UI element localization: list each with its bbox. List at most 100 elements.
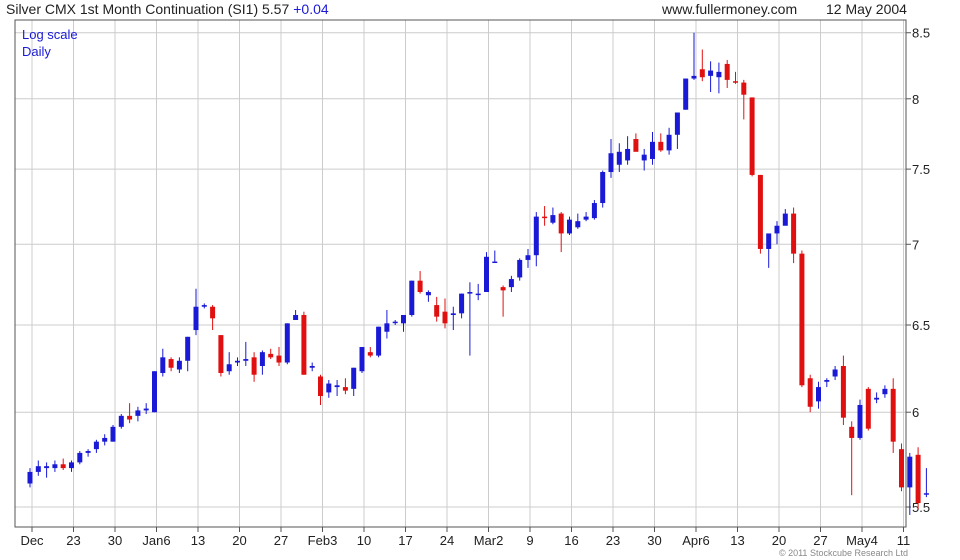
y-tick-label: 8.5	[912, 26, 930, 41]
candle-body	[475, 293, 481, 296]
candle-body	[135, 410, 141, 416]
candle-body	[600, 172, 606, 204]
candle-body	[907, 456, 913, 488]
candle-body	[293, 314, 299, 320]
candlestick-chart: 5.5 6 6.5 7 7.5 8 8.5 Dec 23 30 Jan6 13 20 27 Feb3 10 17…	[14, 19, 930, 548]
candle-body	[284, 323, 290, 363]
candle-body	[741, 82, 747, 95]
x-tick-label: 16	[564, 533, 578, 548]
candle-body	[118, 415, 124, 427]
candle-body	[525, 255, 531, 260]
candle-body	[716, 71, 722, 78]
candle-body	[633, 139, 639, 152]
candle-body	[160, 357, 166, 373]
log-scale-label: Log scale	[22, 27, 78, 42]
x-tick-label: 20	[772, 533, 786, 548]
candle-body	[60, 464, 66, 469]
candle-body	[882, 388, 888, 395]
y-tick-label: 6	[912, 405, 919, 420]
candle-body	[185, 336, 191, 361]
candle-body	[733, 81, 738, 83]
candle-body	[517, 259, 523, 278]
candle-body	[127, 415, 133, 420]
candle-body	[500, 287, 506, 291]
y-tick-label: 7	[912, 237, 919, 252]
candle-body	[210, 306, 216, 319]
candle-body	[650, 141, 655, 159]
candle-body	[143, 408, 149, 411]
candle-body	[376, 326, 382, 356]
x-tick-label: 17	[398, 533, 412, 548]
candle-body	[392, 321, 398, 324]
candle-body	[915, 454, 921, 504]
candle-body	[749, 97, 755, 175]
x-tick-label: Feb3	[308, 533, 338, 548]
candle-body	[542, 216, 548, 219]
candle-body	[85, 451, 91, 453]
x-tick-label: 24	[440, 533, 454, 548]
candle-body	[550, 215, 556, 223]
candle-body	[874, 397, 880, 400]
period-label: Daily	[22, 44, 51, 59]
candle-body	[110, 426, 116, 442]
x-tick-label: May4	[846, 533, 878, 548]
x-tick-label: 10	[357, 533, 371, 548]
candle-body	[625, 148, 631, 161]
candle-body	[923, 493, 929, 495]
y-tick-label: 8	[912, 92, 919, 107]
x-tick-label: 23	[66, 533, 80, 548]
candle-body	[176, 360, 182, 370]
candle-body	[832, 369, 838, 377]
candle-body	[824, 380, 830, 382]
candle-body	[318, 376, 323, 396]
x-tick-label: 27	[813, 533, 827, 548]
x-tick-label: 11	[897, 533, 911, 548]
x-tick-label: Dec	[20, 533, 44, 548]
candle-body	[35, 466, 41, 472]
candle-body	[708, 70, 714, 76]
candle-body	[193, 306, 199, 331]
y-tick-label: 6.5	[912, 318, 930, 333]
candle-body	[450, 313, 456, 315]
candle-body	[69, 462, 74, 469]
candle-body	[27, 471, 33, 484]
candle-body	[774, 225, 780, 234]
candle-body	[152, 371, 157, 413]
copyright-text: © 2011 Stockcube Research Ltd	[778, 548, 908, 558]
candle-body	[608, 153, 614, 173]
candle-body	[567, 219, 572, 234]
candle-body	[226, 364, 232, 372]
candle-body	[890, 388, 896, 442]
candle-body	[235, 360, 240, 363]
candle-body	[334, 385, 340, 388]
candle-body	[409, 280, 415, 315]
candle-body	[658, 141, 664, 151]
candle-body	[326, 383, 332, 393]
candle-body	[492, 261, 498, 264]
candle-body	[899, 449, 904, 488]
candle-body	[865, 388, 871, 429]
candle-body	[591, 203, 597, 219]
candle-body	[168, 359, 174, 368]
candle-body	[351, 367, 357, 389]
candle-body	[309, 365, 315, 368]
candle-body	[434, 305, 440, 317]
candle-body	[276, 355, 282, 363]
candle-body	[384, 323, 390, 332]
x-tick-label: 30	[108, 533, 122, 548]
x-tick-label: Apr6	[682, 533, 709, 548]
candle-body	[691, 75, 697, 79]
candle-body	[857, 404, 863, 438]
candle-body	[699, 69, 705, 78]
candle-body	[218, 335, 224, 373]
candle-body	[484, 256, 489, 292]
x-tick-label: 13	[191, 533, 205, 548]
candle-body	[417, 280, 423, 292]
x-tick-label: 9	[526, 533, 533, 548]
candle-body	[508, 279, 514, 288]
candle-body	[791, 213, 797, 254]
x-tick-label: 20	[232, 533, 246, 548]
x-tick-label: Jan6	[142, 533, 170, 548]
candle-body	[616, 151, 622, 165]
x-tick-label: Mar2	[474, 533, 504, 548]
